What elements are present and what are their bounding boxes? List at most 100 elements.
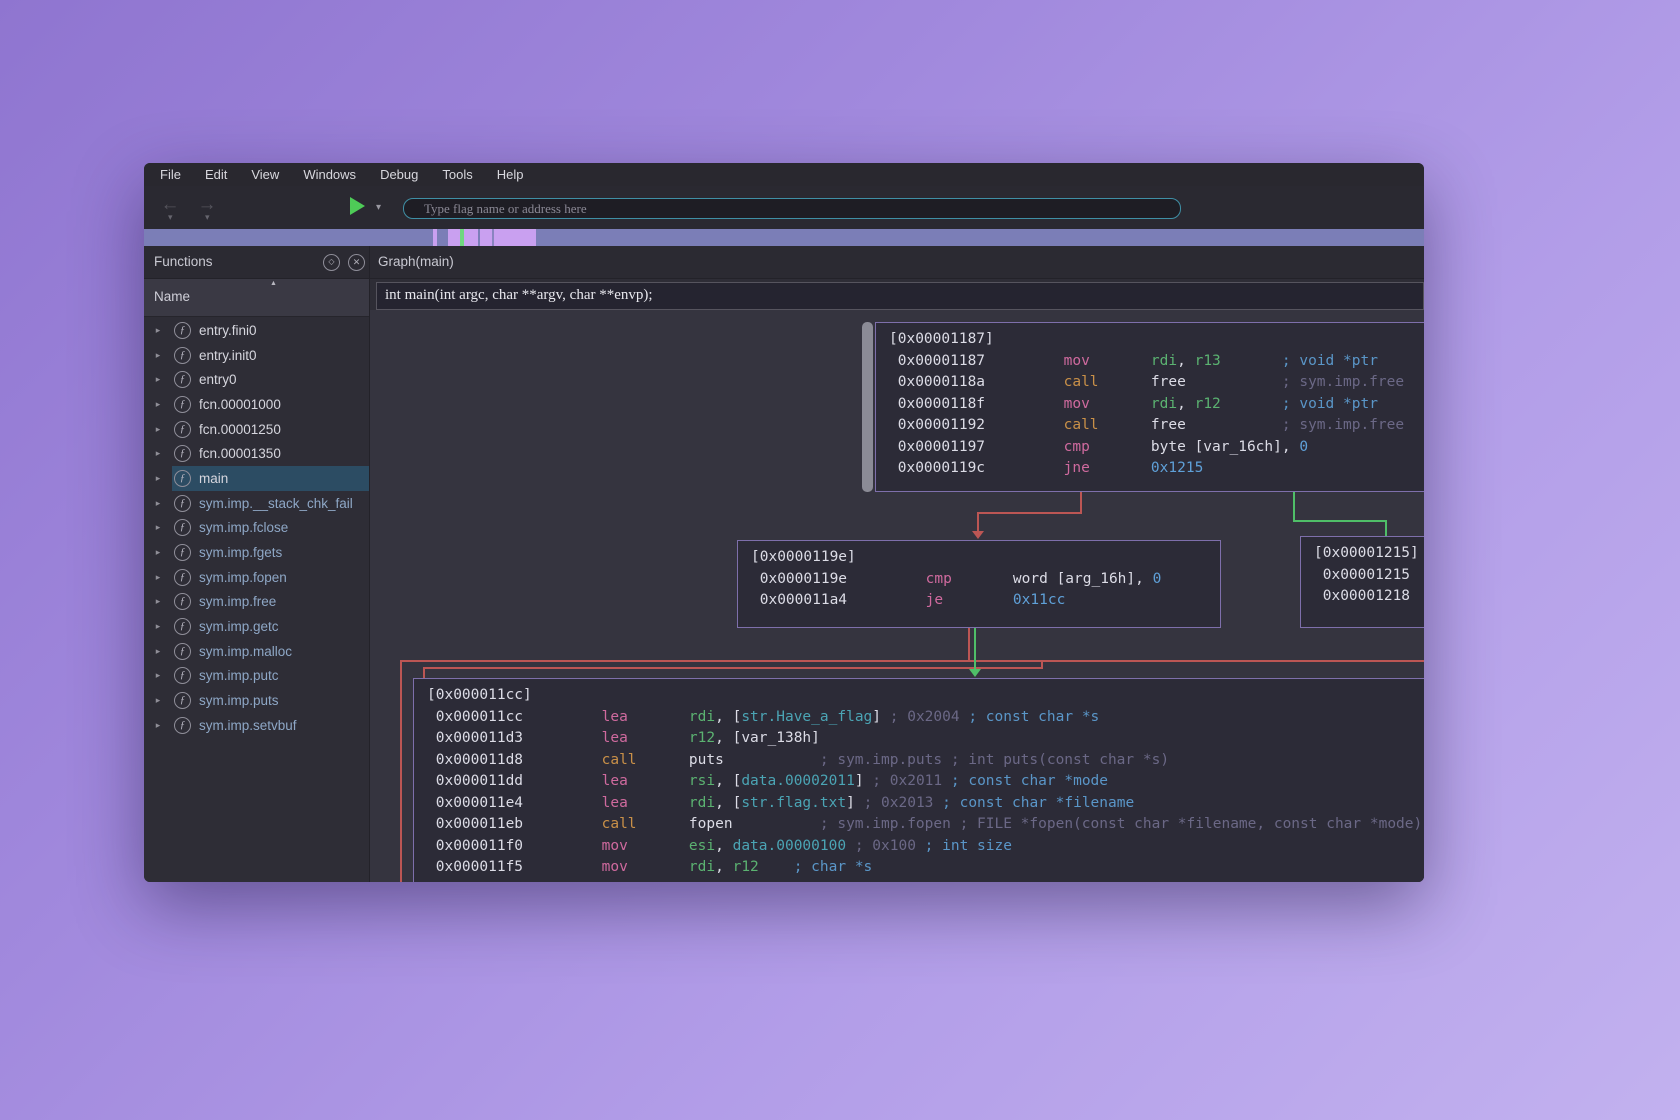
function-label: sym.imp.fopen [199,570,287,585]
expand-arrow-icon[interactable]: ▸ [144,572,172,583]
sort-indicator-icon: ▲ [270,280,277,287]
menu-item-debug[interactable]: Debug [368,163,430,186]
expand-arrow-icon[interactable]: ▸ [144,596,172,607]
expand-arrow-icon[interactable]: ▸ [144,498,172,509]
function-list-item-main[interactable]: ▸ƒmain [144,466,369,491]
asm-row: 0x000011d8 call puts ; sym.imp.puts ; in… [427,750,1424,772]
function-row-body[interactable]: ƒsym.imp.malloc [172,639,369,664]
function-row-body[interactable]: ƒsym.imp.putc [172,664,369,689]
function-label: fcn.00001350 [199,446,281,461]
function-list-item-sym.imp.fclose[interactable]: ▸ƒsym.imp.fclose [144,516,369,541]
function-row-body[interactable]: ƒsym.imp.puts [172,688,369,713]
graph-edge-true [1293,520,1387,522]
graph-edge-false [977,512,979,532]
function-row-body[interactable]: ƒsym.imp.fgets [172,540,369,565]
expand-arrow-icon[interactable]: ▸ [144,325,172,336]
function-row-body[interactable]: ƒsym.imp.fclose [172,516,369,541]
menu-item-view[interactable]: View [239,163,291,186]
expand-arrow-icon[interactable]: ▸ [144,448,172,459]
toolbar: ← ▾ → ▾ ▾ [144,186,1424,229]
expand-arrow-icon[interactable]: ▸ [144,473,172,484]
menu-item-help[interactable]: Help [485,163,536,186]
sync-circle-icon[interactable]: ◇ [323,254,340,271]
asm-row: 0x000011eb call fopen ; sym.imp.fopen ; … [427,814,1424,836]
function-list-item-sym.imp.puts[interactable]: ▸ƒsym.imp.puts [144,688,369,713]
function-row-body[interactable]: ƒsym.imp.setvbuf [172,713,369,738]
graph-block-0x00001215[interactable]: [0x00001215] 0x00001215 0x00001218 [1300,536,1424,628]
function-row-body[interactable]: ƒfcn.00001000 [172,392,369,417]
asm-row: 0x000011f5 mov rdi, r12 ; char *s [427,857,1424,879]
asm-row: 0x000011d3 lea r12, [var_138h] [427,728,1424,750]
continue-play-icon[interactable] [350,197,365,215]
function-list-item-sym.imp.malloc[interactable]: ▸ƒsym.imp.malloc [144,639,369,664]
function-list-item-sym.imp.free[interactable]: ▸ƒsym.imp.free [144,590,369,615]
cutter-window: FileEditViewWindowsDebugToolsHelp ← ▾ → … [144,163,1424,882]
tab-graph-main[interactable]: Graph(main) [378,254,454,269]
expand-arrow-icon[interactable]: ▸ [144,621,172,632]
function-list-item-sym.imp.setvbuf[interactable]: ▸ƒsym.imp.setvbuf [144,713,369,738]
menu-item-tools[interactable]: Tools [430,163,484,186]
function-list-item-sym.imp.fopen[interactable]: ▸ƒsym.imp.fopen [144,565,369,590]
asm-row: 0x00001187 mov rdi, r13 ; void *ptr [889,351,1424,373]
asm-row: 0x000011e4 lea rdi, [str.flag.txt] ; 0x2… [427,793,1424,815]
menu-item-edit[interactable]: Edit [193,163,239,186]
graph-block-0x000011cc[interactable]: [0x000011cc] 0x000011cc lea rdi, [str.Ha… [413,678,1424,882]
function-list-item-fcn.00001250[interactable]: ▸ƒfcn.00001250 [144,417,369,442]
function-list-item-sym.imp.getc[interactable]: ▸ƒsym.imp.getc [144,614,369,639]
graph-edge-true [1293,492,1295,521]
function-row-body[interactable]: ƒentry0 [172,367,369,392]
tab-functions[interactable]: Functions ◇ ✕ [144,246,370,279]
function-row-body[interactable]: ƒsym.imp.__stack_chk_fail [172,491,369,516]
graph-edge-false [400,660,402,882]
close-panel-icon[interactable]: ✕ [348,254,365,271]
play-dropdown-caret-icon[interactable]: ▾ [376,202,381,213]
function-list-item-fcn.00001000[interactable]: ▸ƒfcn.00001000 [144,392,369,417]
function-icon: ƒ [174,470,191,487]
back-dropdown-caret-icon[interactable]: ▾ [168,212,173,223]
menu-item-windows[interactable]: Windows [291,163,368,186]
asm-row: 0x0000118f mov rdi, r12 ; void *ptr [889,394,1424,416]
function-list-item-entry.fini0[interactable]: ▸ƒentry.fini0 [144,318,369,343]
function-row-body[interactable]: ƒsym.imp.fopen [172,565,369,590]
function-list-item-entry.init0[interactable]: ▸ƒentry.init0 [144,343,369,368]
expand-arrow-icon[interactable]: ▸ [144,695,172,706]
search-input[interactable] [403,198,1181,219]
graph-block-0x00001187[interactable]: [0x00001187] 0x00001187 mov rdi, r13 ; v… [875,322,1424,492]
expand-arrow-icon[interactable]: ▸ [144,350,172,361]
forward-dropdown-caret-icon[interactable]: ▾ [205,212,210,223]
asm-row: 0x000011f8 mov [427,879,1424,883]
graph-panel: int main(int argc, char **argv, char **e… [370,279,1424,882]
expand-arrow-icon[interactable]: ▸ [144,646,172,657]
graph-vertical-scrollbar[interactable] [862,322,873,492]
function-list-item-entry0[interactable]: ▸ƒentry0 [144,367,369,392]
function-row-body[interactable]: ƒentry.fini0 [172,318,369,343]
graph-canvas[interactable]: [0x00001187] 0x00001187 mov rdi, r13 ; v… [370,310,1424,882]
name-column-header[interactable]: Name ▲ [144,279,369,317]
tab-row: Functions ◇ ✕ Graph(main) [144,246,1424,279]
asm-row: 0x0000119c jne 0x1215 [889,458,1424,480]
function-label: sym.imp.free [199,594,276,609]
memory-map-segment [480,229,536,246]
expand-arrow-icon[interactable]: ▸ [144,399,172,410]
expand-arrow-icon[interactable]: ▸ [144,522,172,533]
function-list-item-sym.imp.__stack_chk_fail[interactable]: ▸ƒsym.imp.__stack_chk_fail [144,491,369,516]
expand-arrow-icon[interactable]: ▸ [144,547,172,558]
function-list-item-sym.imp.fgets[interactable]: ▸ƒsym.imp.fgets [144,540,369,565]
memory-map-segment [492,229,494,246]
function-list-item-sym.imp.putc[interactable]: ▸ƒsym.imp.putc [144,664,369,689]
function-row-body[interactable]: ƒfcn.00001350 [172,441,369,466]
expand-arrow-icon[interactable]: ▸ [144,720,172,731]
function-row-body[interactable]: ƒsym.imp.free [172,590,369,615]
asm-row: 0x000011a4 je 0x11cc [751,590,1220,612]
memory-map-bar[interactable] [144,229,1424,246]
function-row-body[interactable]: ƒsym.imp.getc [172,614,369,639]
function-row-body[interactable]: ƒmain [172,466,369,491]
graph-block-0x0000119e[interactable]: [0x0000119e] 0x0000119e cmp word [arg_16… [737,540,1221,628]
expand-arrow-icon[interactable]: ▸ [144,670,172,681]
function-row-body[interactable]: ƒfcn.00001250 [172,417,369,442]
expand-arrow-icon[interactable]: ▸ [144,374,172,385]
function-row-body[interactable]: ƒentry.init0 [172,343,369,368]
menu-item-file[interactable]: File [148,163,193,186]
function-list-item-fcn.00001350[interactable]: ▸ƒfcn.00001350 [144,441,369,466]
expand-arrow-icon[interactable]: ▸ [144,424,172,435]
